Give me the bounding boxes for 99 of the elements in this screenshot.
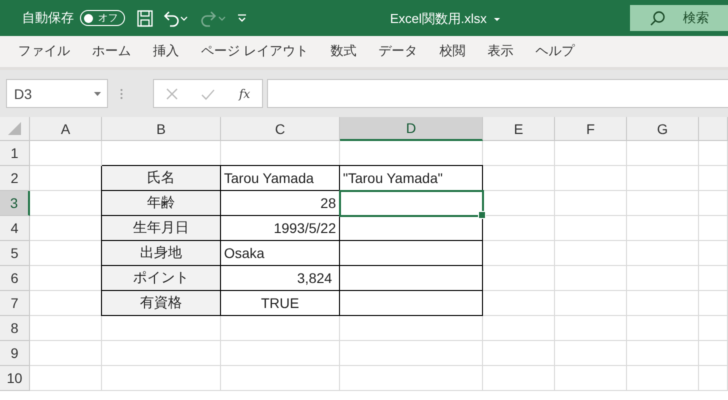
column-header[interactable]: C: [221, 117, 340, 141]
empty-cell: [483, 241, 555, 266]
grip-icon: [120, 88, 123, 100]
row-header[interactable]: 3: [0, 191, 30, 216]
ribbon-tab[interactable]: データ: [368, 36, 429, 67]
insert-function-button[interactable]: fx: [238, 86, 250, 100]
empty-cell: [699, 166, 728, 191]
empty-cell: [627, 166, 699, 191]
empty-cell: [627, 141, 699, 166]
ribbon-tab[interactable]: ホーム: [81, 36, 142, 67]
empty-cell: [555, 191, 627, 216]
empty-cell: [483, 316, 555, 341]
empty-cell: [699, 266, 728, 291]
search-field[interactable]: 検索: [630, 5, 728, 31]
ribbon-tab[interactable]: ファイル: [7, 36, 81, 67]
row-header[interactable]: 6: [0, 266, 30, 291]
ribbon-tab[interactable]: ヘルプ: [524, 36, 586, 67]
header-cell: 年齢: [102, 191, 221, 216]
row-header[interactable]: 8: [0, 316, 30, 341]
table-cell: 1993/5/22: [221, 216, 340, 241]
empty-cell: [483, 291, 555, 316]
corner-icon: [7, 121, 22, 136]
empty-cell: [555, 266, 627, 291]
empty-cell: [627, 216, 699, 241]
save-icon[interactable]: [137, 10, 153, 26]
table-cell: 28: [221, 191, 340, 216]
column-header[interactable]: E: [483, 117, 555, 141]
empty-cell: [699, 366, 728, 391]
row-header[interactable]: 7: [0, 291, 30, 316]
empty-cell: [555, 141, 627, 166]
empty-cell: [555, 291, 627, 316]
formula-input[interactable]: [267, 79, 728, 108]
empty-cell: [627, 266, 699, 291]
row-header[interactable]: 1: [0, 141, 30, 166]
empty-cell: [699, 241, 728, 266]
column-header[interactable]: F: [555, 117, 627, 141]
row-header[interactable]: 10: [0, 366, 30, 391]
empty-cell: [699, 191, 728, 216]
autosave-label: 自動保存: [22, 9, 74, 27]
empty-cell: [699, 291, 728, 316]
table-cell: TRUE: [221, 291, 340, 316]
header-cell: 出身地: [102, 241, 221, 266]
empty-cell: [627, 291, 699, 316]
empty-cell: [627, 191, 699, 216]
empty-cell: [483, 366, 555, 391]
table-cell: 3,824: [221, 266, 340, 291]
table-cell: Osaka: [221, 241, 340, 266]
column-header[interactable]: D: [340, 117, 483, 141]
column-header[interactable]: G: [627, 117, 699, 141]
ribbon-tab[interactable]: 校閲: [428, 36, 477, 67]
empty-cell: [627, 366, 699, 391]
undo-icon[interactable]: [163, 9, 189, 27]
row-header[interactable]: 2: [0, 166, 30, 191]
check-icon[interactable]: [201, 88, 216, 100]
empty-cell: [627, 241, 699, 266]
header-cell: ポイント: [102, 266, 221, 291]
search-icon: [650, 10, 665, 26]
name-box[interactable]: D3: [6, 79, 108, 108]
row-header[interactable]: 5: [0, 241, 30, 266]
window-title: Excel関数用.xlsx: [390, 10, 487, 28]
autosave-toggle[interactable]: オフ: [80, 10, 125, 26]
table-cell: Tarou Yamada: [221, 166, 340, 191]
empty-cell: [483, 166, 555, 191]
customize-icon[interactable]: [237, 13, 247, 23]
empty-cell: [483, 266, 555, 291]
caret-icon[interactable]: [492, 16, 501, 22]
empty-cell: [555, 316, 627, 341]
column-header[interactable]: B: [102, 117, 221, 141]
header-cell: 氏名: [102, 166, 221, 191]
empty-cell: [699, 316, 728, 341]
row-header[interactable]: 4: [0, 216, 30, 241]
empty-cell: [555, 366, 627, 391]
header-cell: 生年月日: [102, 216, 221, 241]
select-all-button[interactable]: [0, 117, 30, 141]
empty-cell: [627, 316, 699, 341]
empty-cell: [555, 341, 627, 366]
ribbon-tab[interactable]: 挿入: [142, 36, 190, 67]
ribbon-tab[interactable]: 表示: [476, 36, 525, 67]
ribbon-tab[interactable]: 数式: [320, 36, 368, 67]
empty-cell: [483, 341, 555, 366]
empty-cell: [699, 141, 728, 166]
header-cell: 有資格: [102, 291, 221, 316]
empty-cell: [483, 216, 555, 241]
table-cell: "Tarou Yamada": [340, 166, 483, 191]
ribbon-tab[interactable]: ページ レイアウト: [190, 36, 320, 67]
empty-cell: [699, 341, 728, 366]
caret-icon: [94, 92, 101, 96]
empty-cell: [699, 216, 728, 241]
empty-cell: [483, 141, 555, 166]
row-header[interactable]: 9: [0, 341, 30, 366]
empty-cell: [555, 166, 627, 191]
cancel-icon[interactable]: [166, 88, 178, 100]
empty-cell: [627, 341, 699, 366]
empty-cell: [555, 241, 627, 266]
empty-cell: [555, 216, 627, 241]
active-cell[interactable]: [340, 191, 483, 216]
column-header[interactable]: [699, 117, 728, 141]
empty-cell: [483, 191, 555, 216]
column-header[interactable]: A: [30, 117, 102, 141]
